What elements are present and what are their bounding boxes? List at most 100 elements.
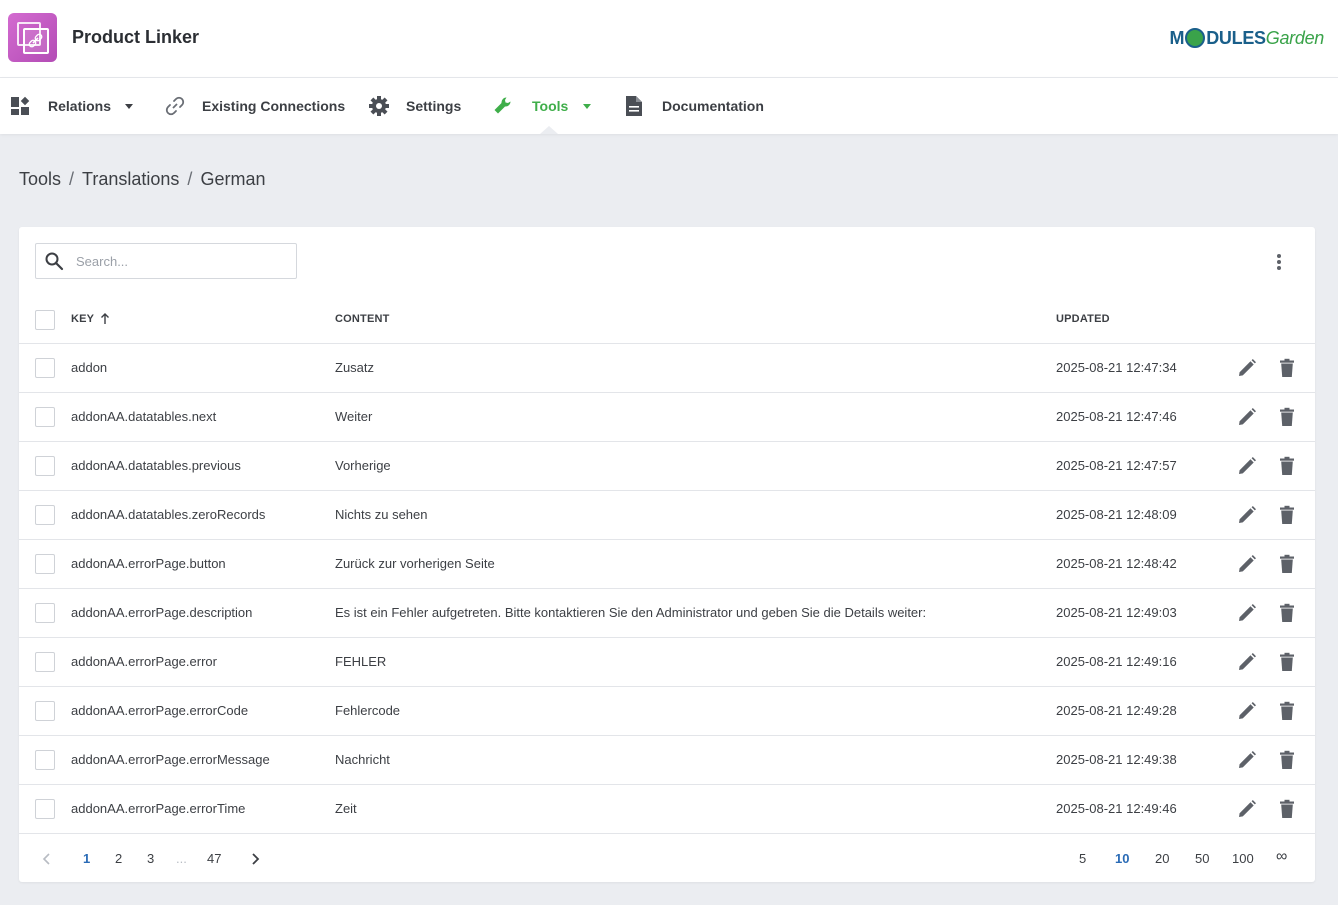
wrench-icon bbox=[494, 97, 511, 114]
row-content: Es ist ein Fehler aufgetreten. Bitte kon… bbox=[335, 605, 927, 620]
row-content: Nichts zu sehen bbox=[335, 507, 428, 522]
search-icon bbox=[45, 252, 64, 271]
search-input[interactable] bbox=[76, 253, 276, 269]
row-updated: 2025-08-21 12:47:46 bbox=[1056, 409, 1177, 424]
edit-icon[interactable] bbox=[1236, 406, 1258, 428]
edit-icon[interactable] bbox=[1236, 602, 1258, 624]
chevron-down-icon bbox=[583, 103, 592, 109]
edit-icon[interactable] bbox=[1236, 357, 1258, 379]
trash-icon[interactable] bbox=[1276, 602, 1298, 624]
chevron-left-icon[interactable] bbox=[41, 852, 53, 866]
column-key-label: KEY bbox=[71, 313, 95, 325]
nav-item-documentation[interactable]: Documentation bbox=[624, 78, 764, 134]
row-checkbox[interactable] bbox=[35, 652, 55, 672]
table-row: addonAA.datatables.zeroRecords Nichts zu … bbox=[19, 491, 1315, 540]
row-checkbox[interactable] bbox=[35, 799, 55, 819]
row-content: FEHLER bbox=[335, 654, 387, 669]
edit-icon[interactable] bbox=[1236, 798, 1258, 820]
table-row: addonAA.errorPage.error FEHLER 2025-08-21 … bbox=[19, 638, 1315, 687]
page-size-50[interactable]: 50 bbox=[1195, 851, 1209, 866]
brand-part-2: DULES bbox=[1206, 27, 1266, 48]
page-size-20[interactable]: 20 bbox=[1155, 851, 1169, 866]
nav-item-relations[interactable]: Relations bbox=[10, 78, 134, 134]
link-icon bbox=[165, 96, 185, 116]
brand-part-1: M bbox=[1169, 27, 1185, 48]
breadcrumb-separator: / bbox=[69, 169, 75, 189]
trash-icon[interactable] bbox=[1276, 700, 1298, 722]
page-1-button[interactable]: 1 bbox=[83, 851, 90, 866]
edit-icon[interactable] bbox=[1236, 504, 1258, 526]
row-updated: 2025-08-21 12:49:16 bbox=[1056, 654, 1177, 669]
edit-icon[interactable] bbox=[1236, 651, 1258, 673]
trash-icon[interactable] bbox=[1276, 749, 1298, 771]
breadcrumb-tools[interactable]: Tools bbox=[19, 169, 61, 190]
row-checkbox[interactable] bbox=[35, 701, 55, 721]
row-checkbox[interactable] bbox=[35, 750, 55, 770]
page-47-button[interactable]: 47 bbox=[207, 851, 221, 866]
row-checkbox[interactable] bbox=[35, 456, 55, 476]
table-row: addonAA.errorPage.description Es ist ein … bbox=[19, 589, 1315, 638]
nav-label-relations: Relations bbox=[48, 98, 112, 114]
trash-icon[interactable] bbox=[1276, 406, 1298, 428]
column-header-key[interactable]: KEY bbox=[71, 313, 110, 325]
page-3-button[interactable]: 3 bbox=[147, 851, 154, 866]
row-key: addonAA.errorPage.errorTime bbox=[71, 801, 246, 816]
row-content: Weiter bbox=[335, 409, 373, 424]
edit-icon[interactable] bbox=[1236, 553, 1258, 575]
translations-table-card: KEY CONTENT UPDATED addon Zusatz 2025-08-2… bbox=[19, 227, 1315, 882]
row-content: Zeit bbox=[335, 801, 357, 816]
table-row: addon Zusatz 2025-08-21 12:47:34 bbox=[19, 344, 1315, 393]
dashboard-icon bbox=[11, 96, 30, 115]
table-row: addonAA.errorPage.errorCode Fehlercode 202… bbox=[19, 687, 1315, 736]
breadcrumb-german: German bbox=[200, 169, 266, 189]
row-updated: 2025-08-21 12:49:46 bbox=[1056, 801, 1177, 816]
nav-item-existing-connections[interactable]: Existing Connections bbox=[164, 78, 345, 134]
search-box[interactable] bbox=[35, 243, 297, 279]
edit-icon[interactable] bbox=[1236, 700, 1258, 722]
select-all-checkbox[interactable] bbox=[35, 310, 55, 330]
breadcrumb-translations[interactable]: Translations bbox=[82, 169, 179, 190]
trash-icon[interactable] bbox=[1276, 651, 1298, 673]
page-size-10[interactable]: 10 bbox=[1115, 851, 1129, 866]
column-header-content[interactable]: CONTENT bbox=[335, 313, 390, 325]
row-updated: 2025-08-21 12:48:42 bbox=[1056, 556, 1177, 571]
nav-label-tools: Tools bbox=[532, 98, 569, 114]
row-updated: 2025-08-21 12:47:57 bbox=[1056, 458, 1177, 473]
globe-icon bbox=[1185, 28, 1206, 48]
app-header: Product Linker M DULES Garden bbox=[0, 0, 1338, 78]
row-updated: 2025-08-21 12:49:38 bbox=[1056, 752, 1177, 767]
page-size-all[interactable]: ∞ bbox=[1276, 848, 1287, 866]
more-options-icon[interactable] bbox=[1269, 252, 1289, 272]
row-checkbox[interactable] bbox=[35, 358, 55, 378]
table-row: addonAA.datatables.next Weiter 2025-08-21 … bbox=[19, 393, 1315, 442]
table-header: KEY CONTENT UPDATED bbox=[19, 297, 1315, 344]
row-checkbox[interactable] bbox=[35, 554, 55, 574]
page-size-5[interactable]: 5 bbox=[1079, 851, 1086, 866]
active-tab-pointer bbox=[540, 126, 558, 134]
trash-icon[interactable] bbox=[1276, 357, 1298, 379]
edit-icon[interactable] bbox=[1236, 455, 1258, 477]
column-header-updated[interactable]: UPDATED bbox=[1056, 313, 1110, 325]
row-key: addonAA.datatables.next bbox=[71, 409, 217, 424]
row-updated: 2025-08-21 12:49:03 bbox=[1056, 605, 1177, 620]
page-size-100[interactable]: 100 bbox=[1232, 851, 1254, 866]
nav-item-settings[interactable]: Settings bbox=[368, 78, 461, 134]
chevron-down-icon bbox=[125, 103, 134, 109]
table-row: addonAA.errorPage.errorTime Zeit 2025-08-2… bbox=[19, 785, 1315, 834]
trash-icon[interactable] bbox=[1276, 504, 1298, 526]
chevron-right-icon[interactable] bbox=[249, 852, 261, 866]
table-row: addonAA.datatables.previous Vorherige 2025… bbox=[19, 442, 1315, 491]
trash-icon[interactable] bbox=[1276, 798, 1298, 820]
row-checkbox[interactable] bbox=[35, 603, 55, 623]
table-row: addonAA.errorPage.button Zurück zur vorhe… bbox=[19, 540, 1315, 589]
row-key: addonAA.errorPage.description bbox=[71, 605, 253, 620]
table-body: addon Zusatz 2025-08-21 12:47:34 addonAA.da… bbox=[19, 344, 1315, 834]
modulesgarden-logo[interactable]: M DULES Garden bbox=[1170, 25, 1324, 51]
page-2-button[interactable]: 2 bbox=[115, 851, 122, 866]
sort-ascending-icon bbox=[101, 313, 110, 324]
row-checkbox[interactable] bbox=[35, 407, 55, 427]
edit-icon[interactable] bbox=[1236, 749, 1258, 771]
trash-icon[interactable] bbox=[1276, 455, 1298, 477]
trash-icon[interactable] bbox=[1276, 553, 1298, 575]
row-checkbox[interactable] bbox=[35, 505, 55, 525]
